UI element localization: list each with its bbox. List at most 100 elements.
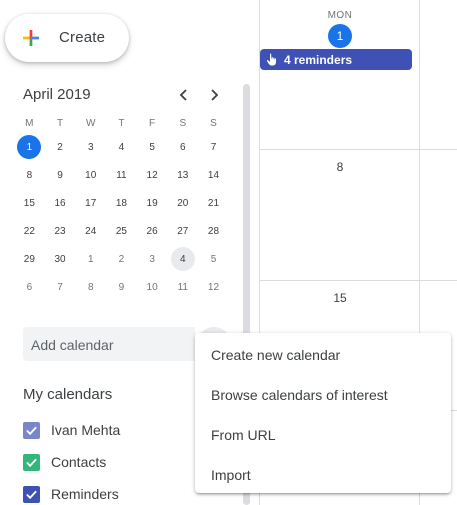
menu-item-import[interactable]: Import xyxy=(195,455,451,495)
mini-calendar-day[interactable]: 21 xyxy=(198,191,229,215)
mini-calendar-day[interactable]: 1 xyxy=(14,135,45,159)
mini-calendar-day[interactable]: 27 xyxy=(167,219,198,243)
mini-calendar-day[interactable]: 3 xyxy=(75,135,106,159)
mini-calendar-day[interactable]: 20 xyxy=(167,191,198,215)
mini-calendar-day[interactable]: 29 xyxy=(14,247,45,271)
calendar-label: Contacts xyxy=(51,454,107,470)
menu-item-browse-calendars[interactable]: Browse calendars of interest xyxy=(195,375,451,415)
checkbox-checked-icon[interactable] xyxy=(23,485,40,503)
mini-calendar-day[interactable]: 2 xyxy=(45,135,76,159)
mini-calendar-day[interactable]: 28 xyxy=(198,219,229,243)
mini-calendar-day[interactable]: 18 xyxy=(106,191,137,215)
day-number: 10 xyxy=(146,281,158,293)
weekday-label: T xyxy=(56,117,64,129)
mini-calendar-day[interactable]: 12 xyxy=(198,275,229,299)
day-number: 22 xyxy=(23,225,35,237)
mini-calendar-day[interactable]: 10 xyxy=(75,163,106,187)
menu-item-from-url[interactable]: From URL xyxy=(195,415,451,455)
day-number: 3 xyxy=(149,253,155,265)
checkbox-checked-icon[interactable] xyxy=(23,453,40,471)
mini-calendar-week: 22 23 24 25 26 27 28 xyxy=(14,217,229,245)
calendar-item-contacts[interactable]: Contacts xyxy=(23,452,106,472)
weekday-label: F xyxy=(149,117,156,129)
mini-calendar-day[interactable]: 30 xyxy=(45,247,76,271)
chevron-left-icon xyxy=(179,89,187,101)
create-button[interactable]: Create xyxy=(5,14,129,62)
mini-calendar-day[interactable]: 7 xyxy=(198,135,229,159)
mini-calendar-day[interactable]: 25 xyxy=(106,219,137,243)
mini-calendar-day[interactable]: 6 xyxy=(14,275,45,299)
day-number: 17 xyxy=(85,197,97,209)
day-number: 7 xyxy=(210,141,217,153)
day-number: 25 xyxy=(115,225,127,237)
mini-calendar-day[interactable]: 12 xyxy=(137,163,168,187)
create-label: Create xyxy=(59,29,106,46)
mini-calendar-day[interactable]: 22 xyxy=(14,219,45,243)
weekday-label: S xyxy=(210,117,217,129)
menu-item-create-new-calendar[interactable]: Create new calendar xyxy=(195,335,451,375)
mini-calendar-day[interactable]: 8 xyxy=(14,163,45,187)
mini-calendar-day[interactable]: 5 xyxy=(137,135,168,159)
day-number: 27 xyxy=(177,225,189,237)
mini-calendar-day[interactable]: 1 xyxy=(75,247,106,271)
day-number: 8 xyxy=(26,169,33,181)
mini-calendar-day[interactable]: 10 xyxy=(137,275,168,299)
mini-calendar-day[interactable]: 11 xyxy=(167,275,198,299)
mini-calendar-day[interactable]: 26 xyxy=(137,219,168,243)
day-number: 4 xyxy=(170,247,195,271)
mini-calendar-day[interactable]: 17 xyxy=(75,191,106,215)
reminders-chip[interactable]: 4 reminders xyxy=(260,49,412,70)
next-month-button[interactable] xyxy=(203,84,225,106)
mini-calendar-day[interactable]: 11 xyxy=(106,163,137,187)
day-number: 11 xyxy=(116,169,127,181)
day-number: 6 xyxy=(180,141,186,153)
mini-calendar-day[interactable]: 6 xyxy=(167,135,198,159)
weekday-label: M xyxy=(25,117,34,129)
day-number: 18 xyxy=(115,197,127,209)
mini-calendar-day[interactable]: 2 xyxy=(106,247,137,271)
day-number: 23 xyxy=(54,225,66,237)
mini-calendar-day[interactable]: 15 xyxy=(14,191,45,215)
mini-calendar-title: April 2019 xyxy=(23,86,91,103)
grid-divider xyxy=(259,149,457,150)
day-number: 20 xyxy=(177,197,189,209)
my-calendars-title: My calendars xyxy=(23,386,113,403)
calendar-item-reminders[interactable]: Reminders xyxy=(23,484,119,504)
day-number: 12 xyxy=(207,281,220,293)
date-number[interactable]: 8 xyxy=(328,160,352,174)
mini-calendar-day[interactable]: 24 xyxy=(75,219,106,243)
day-number: 14 xyxy=(207,169,220,181)
mini-calendar-day[interactable]: 19 xyxy=(137,191,168,215)
mini-calendar-day[interactable]: 4 xyxy=(106,135,137,159)
mini-calendar-week: 8 9 10 11 12 13 14 xyxy=(14,161,229,189)
mini-calendar-week: 6 7 8 9 10 11 12 xyxy=(14,273,229,301)
mini-calendar-day[interactable]: 13 xyxy=(167,163,198,187)
day-number: 16 xyxy=(54,197,66,209)
mini-calendar-day[interactable]: 5 xyxy=(198,247,229,271)
mini-calendar-day[interactable]: 4 xyxy=(167,247,198,271)
checkbox-checked-icon[interactable] xyxy=(23,421,40,439)
mini-calendar-day[interactable]: 7 xyxy=(45,275,76,299)
mini-calendar-day[interactable]: 16 xyxy=(45,191,76,215)
day-number: 12 xyxy=(146,169,158,181)
mini-calendar-day[interactable]: 8 xyxy=(75,275,106,299)
mini-calendar-day[interactable]: 23 xyxy=(45,219,76,243)
day-number: 21 xyxy=(207,197,220,209)
day-number: 29 xyxy=(23,253,35,265)
mini-calendar-week: 1 2 3 4 5 6 7 xyxy=(14,133,229,161)
today-date[interactable]: 1 xyxy=(328,24,352,48)
chevron-right-icon xyxy=(211,89,219,101)
day-number: 3 xyxy=(87,141,94,153)
add-calendar-input[interactable]: Add calendar xyxy=(23,327,195,361)
mini-calendar-day[interactable]: 9 xyxy=(106,275,137,299)
mini-calendar-day[interactable]: 9 xyxy=(45,163,76,187)
mini-calendar-day[interactable]: 3 xyxy=(137,247,168,271)
day-number: 9 xyxy=(57,169,63,181)
calendar-item-ivan-mehta[interactable]: Ivan Mehta xyxy=(23,420,120,440)
day-number: 26 xyxy=(146,225,158,237)
mini-calendar-day[interactable]: 14 xyxy=(198,163,229,187)
date-number[interactable]: 15 xyxy=(328,291,352,305)
prev-month-button[interactable] xyxy=(173,84,195,106)
day-number: 4 xyxy=(118,141,125,153)
day-number: 11 xyxy=(177,281,188,293)
